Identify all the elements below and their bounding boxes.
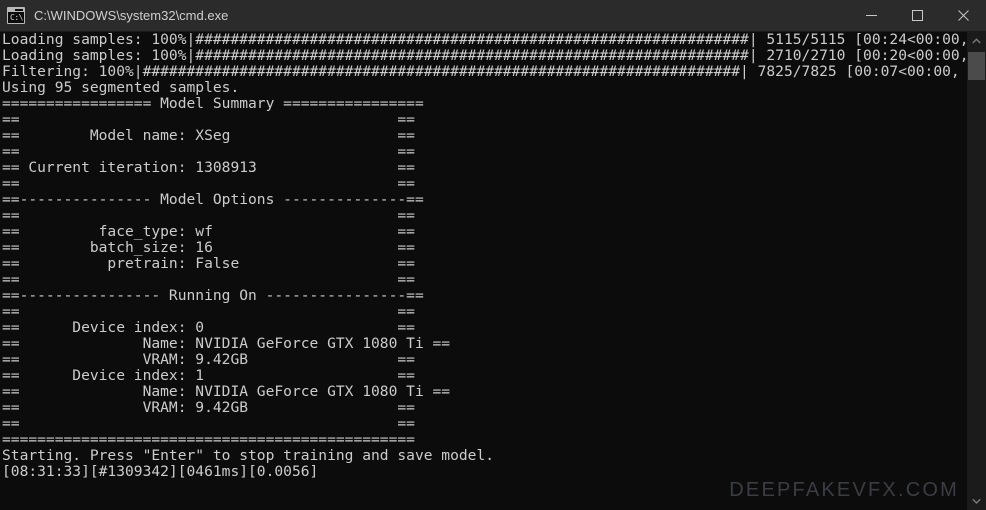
cmd-window: C:\ C:\WINDOWS\system32\cmd.exe Loading …	[0, 0, 986, 510]
cmd-icon-prompt-text: C:\	[10, 13, 23, 22]
vertical-scrollbar[interactable]	[967, 32, 986, 510]
chevron-up-icon	[972, 38, 981, 44]
console-line: ==---------------- Running On ----------…	[2, 287, 424, 304]
console-output[interactable]: Loading samples: 100%|##################…	[0, 32, 967, 510]
console-line: == Name: NVIDIA GeForce GTX 1080 Ti ==	[2, 335, 451, 352]
console-line: == ==	[2, 111, 415, 128]
console-line: == VRAM: 9.42GB ==	[2, 399, 415, 416]
console-line: == ==	[2, 175, 415, 192]
console-line: == Current iteration: 1308913 ==	[2, 159, 415, 176]
console-line: [08:31:33][#1309342][0461ms][0.0056]	[2, 463, 319, 480]
console-line: == Device index: 0 ==	[2, 319, 415, 336]
console-line: ================= Model Summary ========…	[2, 95, 424, 112]
console-line: == ==	[2, 415, 415, 432]
title-bar-left: C:\ C:\WINDOWS\system32\cmd.exe	[0, 7, 848, 24]
scroll-up-button[interactable]	[967, 32, 986, 50]
chevron-down-icon	[972, 498, 981, 504]
console-line: Loading samples: 100%|##################…	[2, 32, 967, 48]
title-bar[interactable]: C:\ C:\WINDOWS\system32\cmd.exe	[0, 0, 986, 32]
console-line: == Name: NVIDIA GeForce GTX 1080 Ti ==	[2, 383, 451, 400]
maximize-icon	[911, 10, 923, 21]
console-line: == batch_size: 16 ==	[2, 239, 415, 256]
console-line: Using 95 segmented samples.	[2, 79, 240, 96]
minimize-button[interactable]	[848, 0, 894, 31]
console-line: ========================================…	[2, 431, 415, 448]
scroll-down-button[interactable]	[967, 492, 986, 510]
maximize-button[interactable]	[894, 0, 940, 31]
window-title: C:\WINDOWS\system32\cmd.exe	[34, 8, 229, 23]
console-line: == VRAM: 9.42GB ==	[2, 351, 415, 368]
console-line: Filtering: 100%|########################…	[2, 63, 967, 80]
site-watermark: DEEPFAKEVFX.COM	[729, 479, 959, 501]
console-line: == Model name: XSeg ==	[2, 127, 415, 144]
console-line: == ==	[2, 271, 415, 288]
console-line: == face_type: wf ==	[2, 223, 415, 240]
close-icon	[957, 10, 969, 21]
console-line: == ==	[2, 303, 415, 320]
console-area[interactable]: Loading samples: 100%|##################…	[0, 32, 986, 510]
console-line: Starting. Press "Enter" to stop training…	[2, 447, 495, 464]
scrollbar-thumb[interactable]	[968, 52, 985, 80]
console-line: == pretrain: False ==	[2, 255, 415, 272]
close-button[interactable]	[940, 0, 986, 31]
window-controls	[848, 0, 986, 31]
scrollbar-track[interactable]	[967, 50, 986, 492]
console-line: == ==	[2, 207, 415, 224]
console-line: == Device index: 1 ==	[2, 367, 415, 384]
minimize-icon	[865, 10, 877, 21]
console-line: Loading samples: 100%|##################…	[2, 47, 967, 64]
console-line: == ==	[2, 143, 415, 160]
console-line: ==--------------- Model Options --------…	[2, 191, 424, 208]
cmd-console-icon: C:\	[7, 7, 25, 24]
